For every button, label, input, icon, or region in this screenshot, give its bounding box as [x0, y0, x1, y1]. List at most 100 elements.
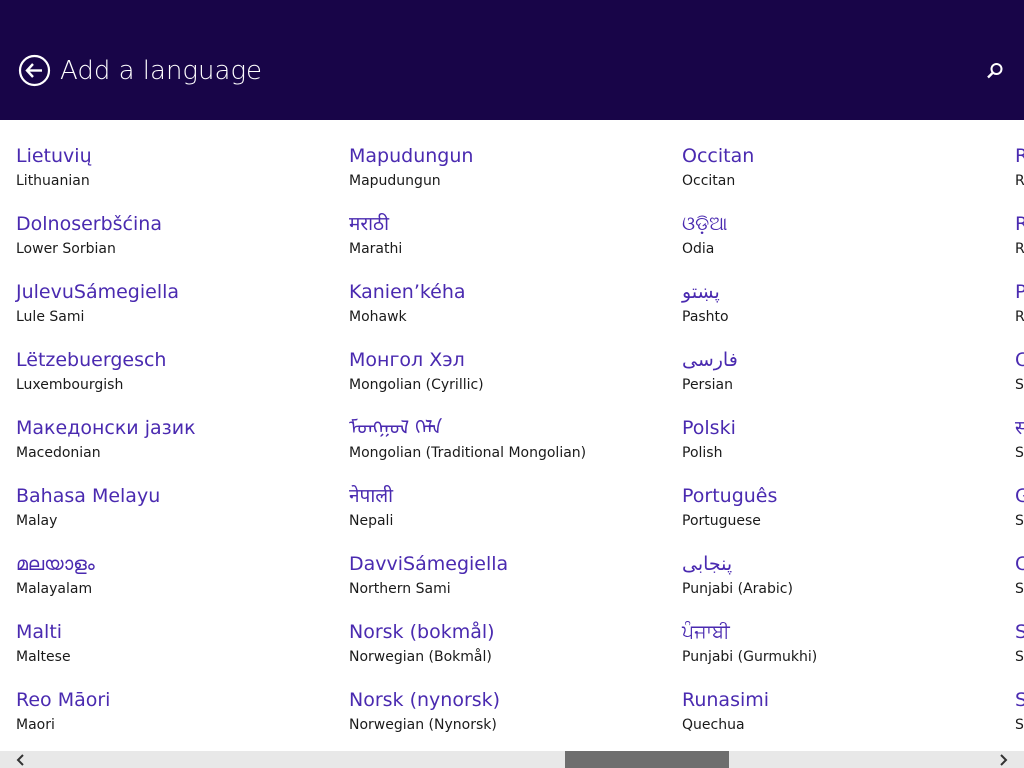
- language-english-name: Punjabi (Arabic): [682, 581, 793, 597]
- language-native-name: Norsk (bokmål): [349, 621, 495, 643]
- language-english-name: R: [1015, 309, 1024, 325]
- chevron-right-icon: [1000, 754, 1008, 766]
- language-english-name: R: [1015, 173, 1024, 189]
- scroll-right-button[interactable]: [995, 751, 1012, 768]
- language-item[interactable]: Mapudungun Mapudungun: [349, 142, 669, 206]
- language-native-name: R: [1015, 213, 1024, 235]
- language-item[interactable]: DavviSámegiella Northern Sami: [349, 550, 669, 614]
- language-item[interactable]: Монгол Хэл Mongolian (Cyrillic): [349, 346, 669, 410]
- language-native-name: ᠮᠣᠩᠭᠣᠯ ᠬᠡᠯᠡ: [349, 417, 443, 439]
- language-english-name: Portuguese: [682, 513, 761, 529]
- scroll-thumb[interactable]: [565, 751, 729, 768]
- language-native-name: Bahasa Melayu: [16, 485, 161, 507]
- language-native-name: R: [1015, 145, 1024, 167]
- language-item[interactable]: Reo Māori Maori: [16, 686, 336, 750]
- language-native-name: Reo Māori: [16, 689, 111, 711]
- language-native-name: پنجابی: [682, 553, 733, 575]
- language-item[interactable]: RR: [1015, 210, 1024, 274]
- language-native-name: മലയാളം: [16, 553, 95, 575]
- language-item[interactable]: SS: [1015, 686, 1024, 750]
- language-native-name: Occitan: [682, 145, 755, 167]
- language-item[interactable]: Lietuvių Lithuanian: [16, 142, 336, 206]
- language-item[interactable]: SS: [1015, 618, 1024, 682]
- language-item[interactable]: RR: [1015, 142, 1024, 206]
- language-native-name: Монгол Хэл: [349, 349, 465, 371]
- chevron-left-icon: [16, 754, 24, 766]
- language-english-name: Lower Sorbian: [16, 241, 116, 257]
- language-native-name: मराठी: [349, 213, 390, 235]
- language-item[interactable]: सS: [1015, 414, 1024, 478]
- language-english-name: Maori: [16, 717, 55, 733]
- language-item[interactable]: Português Portuguese: [682, 482, 1002, 546]
- language-item[interactable]: PR: [1015, 278, 1024, 342]
- language-english-name: S: [1015, 649, 1024, 665]
- language-native-name: Norsk (nynorsk): [349, 689, 501, 711]
- app-header: Add a language: [0, 0, 1024, 120]
- language-item[interactable]: नेपाली Nepali: [349, 482, 669, 546]
- language-english-name: R: [1015, 241, 1024, 257]
- language-english-name: Maltese: [16, 649, 71, 665]
- language-native-name: JulevuSámegiella: [16, 281, 180, 303]
- back-arrow-icon: [18, 54, 51, 87]
- language-native-name: Lietuvių: [16, 145, 92, 167]
- language-english-name: S: [1015, 581, 1024, 597]
- language-item[interactable]: پښتو Pashto: [682, 278, 1002, 342]
- language-native-name: G: [1015, 485, 1024, 507]
- language-native-name: Polski: [682, 417, 736, 439]
- language-native-name: Lëtzebuergesch: [16, 349, 167, 371]
- language-item[interactable]: Norsk (nynorsk) Norwegian (Nynorsk): [349, 686, 669, 750]
- language-item[interactable]: मराठी Marathi: [349, 210, 669, 274]
- language-native-name: Dolnoserbšćina: [16, 213, 162, 235]
- language-item[interactable]: Dolnoserbšćina Lower Sorbian: [16, 210, 336, 274]
- language-english-name: Luxembourgish: [16, 377, 124, 393]
- language-item[interactable]: ਪੰਜਾਬੀ Punjabi (Gurmukhi): [682, 618, 1002, 682]
- language-item[interactable]: Occitan Occitan: [682, 142, 1002, 206]
- scroll-left-button[interactable]: [12, 751, 29, 768]
- language-item[interactable]: Kanien’kéha Mohawk: [349, 278, 669, 342]
- language-english-name: S: [1015, 377, 1024, 393]
- language-item[interactable]: JulevuSámegiella Lule Sami: [16, 278, 336, 342]
- language-item[interactable]: Malti Maltese: [16, 618, 336, 682]
- language-item[interactable]: Polski Polish: [682, 414, 1002, 478]
- language-native-name: Kanien’kéha: [349, 281, 466, 303]
- language-item[interactable]: Lëtzebuergesch Luxembourgish: [16, 346, 336, 410]
- language-english-name: Nepali: [349, 513, 394, 529]
- horizontal-scrollbar[interactable]: [0, 751, 1024, 768]
- language-native-name: DavviSámegiella: [349, 553, 509, 575]
- language-native-name: S: [1015, 689, 1024, 711]
- language-item[interactable]: Norsk (bokmål) Norwegian (Bokmål): [349, 618, 669, 682]
- language-item[interactable]: ᠮᠣᠩᠭᠣᠯ ᠬᠡᠯᠡ Mongolian (Traditional Mongol…: [349, 414, 669, 478]
- search-button[interactable]: [984, 60, 1006, 82]
- search-icon: [987, 63, 1003, 79]
- language-item[interactable]: فارسی Persian: [682, 346, 1002, 410]
- language-english-name: Mongolian (Traditional Mongolian): [349, 445, 587, 461]
- language-english-name: Mohawk: [349, 309, 407, 325]
- language-english-name: S: [1015, 513, 1024, 529]
- language-english-name: Odia: [682, 241, 715, 257]
- language-item[interactable]: СS: [1015, 346, 1024, 410]
- language-native-name: स: [1015, 417, 1024, 439]
- language-english-name: Lule Sami: [16, 309, 85, 325]
- language-english-name: Malayalam: [16, 581, 93, 597]
- language-english-name: Norwegian (Bokmål): [349, 649, 492, 665]
- language-item[interactable]: മലയാളം Malayalam: [16, 550, 336, 614]
- language-english-name: Mongolian (Cyrillic): [349, 377, 484, 393]
- language-item[interactable]: Македонски јазик Macedonian: [16, 414, 336, 478]
- language-item[interactable]: پنجابی Punjabi (Arabic): [682, 550, 1002, 614]
- language-english-name: Marathi: [349, 241, 403, 257]
- language-native-name: Runasimi: [682, 689, 770, 711]
- page-title: Add a language: [60, 56, 263, 86]
- language-item[interactable]: ଓଡ଼ିଆ Odia: [682, 210, 1002, 274]
- language-english-name: Pashto: [682, 309, 729, 325]
- back-button[interactable]: [18, 54, 51, 87]
- language-english-name: Quechua: [682, 717, 745, 733]
- language-english-name: S: [1015, 445, 1024, 461]
- language-item[interactable]: Bahasa Melayu Malay: [16, 482, 336, 546]
- language-english-name: S: [1015, 717, 1024, 733]
- language-item[interactable]: СS: [1015, 550, 1024, 614]
- language-native-name: پښتو: [682, 281, 720, 303]
- language-english-name: Northern Sami: [349, 581, 451, 597]
- language-native-name: ଓଡ଼ିଆ: [682, 213, 728, 235]
- language-item[interactable]: GS: [1015, 482, 1024, 546]
- language-item[interactable]: Runasimi Quechua: [682, 686, 1002, 750]
